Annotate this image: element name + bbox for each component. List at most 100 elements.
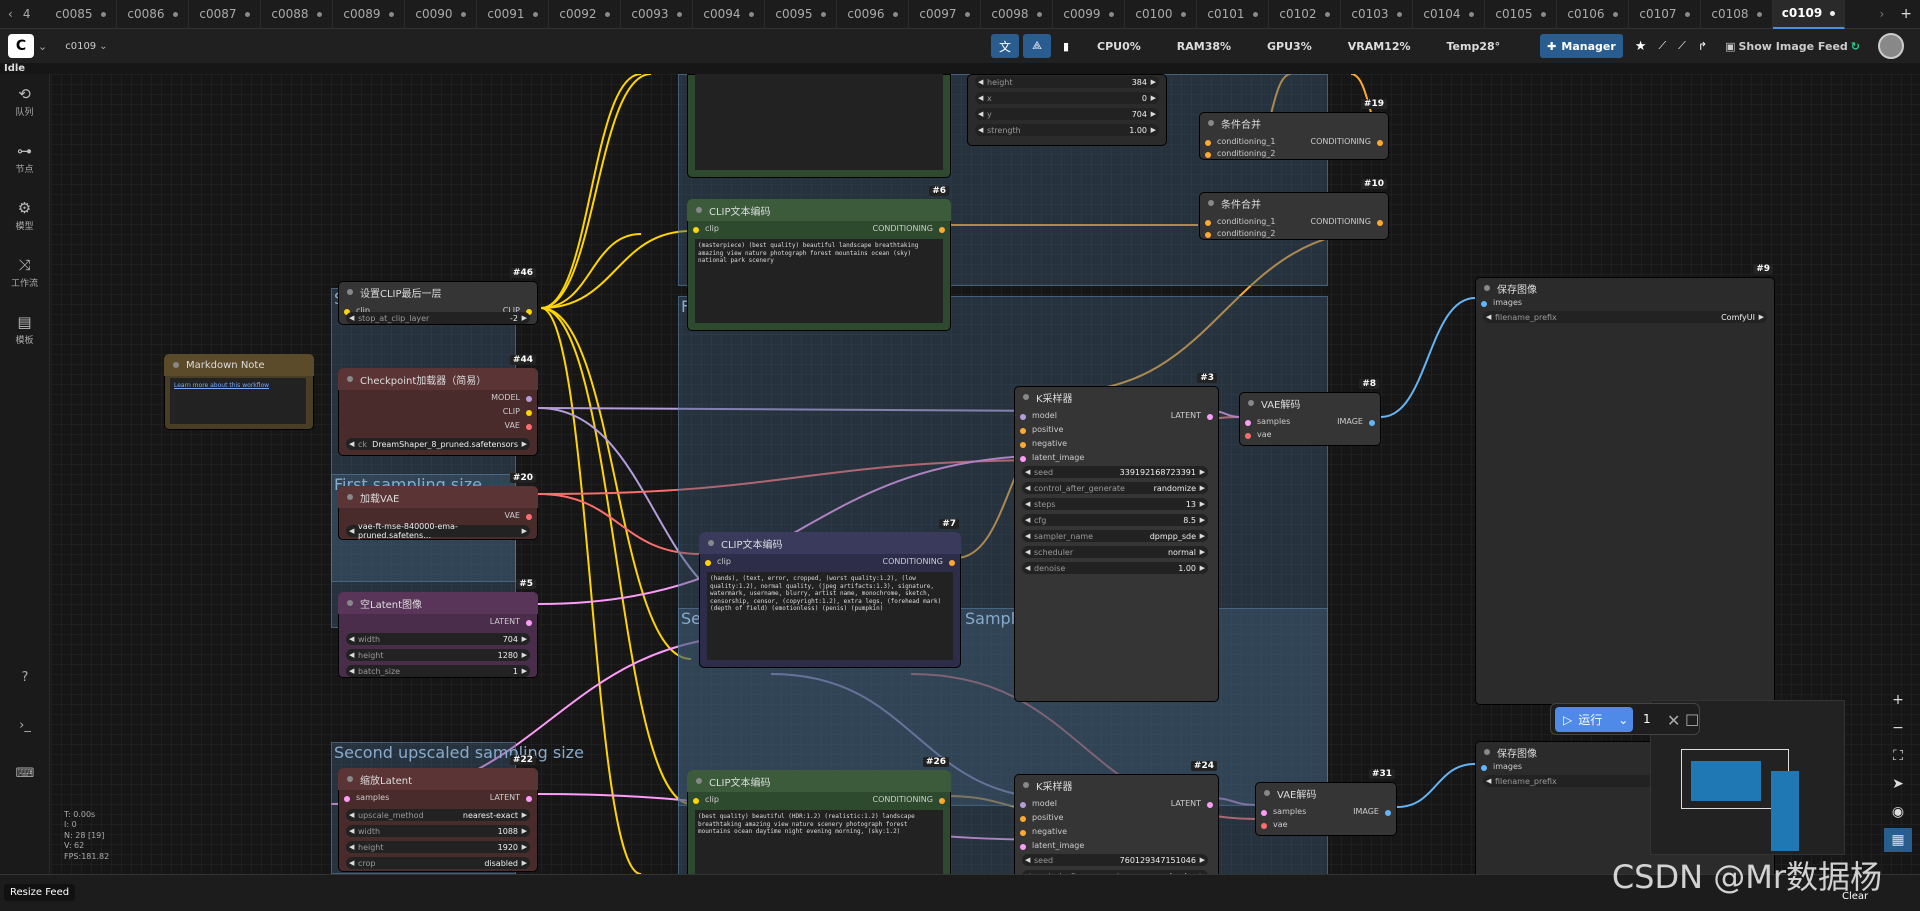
- node-title[interactable]: CLIP文本编码: [687, 199, 951, 221]
- node-vae31[interactable]: VAE解码 #31 samples vae IMAGE: [1255, 769, 1397, 836]
- slot-dot[interactable]: [939, 227, 945, 233]
- node-clip-top[interactable]: [687, 74, 951, 178]
- node-title[interactable]: K采样器: [1014, 774, 1219, 796]
- node-ks3[interactable]: K采样器 #3 model positive negative latent_image L…: [1014, 373, 1219, 702]
- tab-nav-left[interactable]: ‹ 4: [0, 7, 45, 21]
- zoom-in-icon[interactable]: +: [1884, 688, 1912, 712]
- new-tab-icon[interactable]: +: [1892, 6, 1920, 22]
- node-title[interactable]: 设置CLIP最后一层: [338, 281, 538, 303]
- tab-c0099[interactable]: c0099: [1053, 0, 1125, 29]
- run-button[interactable]: ▷ 运行 ⌄: [1555, 707, 1633, 732]
- widget[interactable]: ck DreamShaper_8_pruned.safetensors: [346, 438, 530, 450]
- tab-c0095[interactable]: c0095: [765, 0, 837, 29]
- tab-c0098[interactable]: c0098: [981, 0, 1053, 29]
- node-ckpt[interactable]: Checkpoint加载器（简易） #44 MODEL CLIP VAE ck DreamS…: [338, 355, 538, 456]
- node-cond19[interactable]: 条件合并 #19 conditioning_1 conditioning_2 CONDI…: [1199, 99, 1389, 160]
- slot-dot[interactable]: [1020, 442, 1026, 448]
- node-title[interactable]: Checkpoint加载器（简易）: [338, 368, 538, 390]
- close-icon[interactable]: ✕: [1667, 711, 1680, 730]
- widget[interactable]: height 1920: [346, 841, 530, 853]
- widget[interactable]: batch_size 1: [346, 665, 530, 677]
- slot-dot[interactable]: [1020, 830, 1026, 836]
- chevron-right-icon[interactable]: ›: [1871, 7, 1892, 21]
- node-vae8[interactable]: VAE解码 #8 samples vae IMAGE: [1239, 379, 1381, 446]
- slot-dot[interactable]: [1377, 220, 1383, 226]
- menu-chevron-icon[interactable]: ⌄: [38, 40, 47, 53]
- slot-dot[interactable]: [526, 424, 532, 430]
- slot-dot[interactable]: [526, 396, 532, 402]
- widget[interactable]: scheduler normal: [1022, 546, 1208, 558]
- node-note[interactable]: Markdown Note Learn more about this workf…: [164, 354, 314, 430]
- slot-dot[interactable]: [1261, 823, 1267, 829]
- widget[interactable]: upscale_method nearest-exact: [346, 809, 530, 821]
- node-clip26[interactable]: CLIP文本编码 #26 clip CONDITIONING (best quality…: [687, 757, 951, 874]
- slot-dot[interactable]: [1207, 802, 1213, 808]
- slot-dot[interactable]: [1207, 414, 1213, 420]
- comfy-logo[interactable]: C: [8, 34, 34, 58]
- widget[interactable]: seed 760129347151046: [1022, 854, 1208, 866]
- tab-c0107[interactable]: c0107: [1629, 0, 1701, 29]
- stop-icon[interactable]: ☐: [1685, 711, 1699, 730]
- slot-dot[interactable]: [1377, 140, 1383, 146]
- learn-more-link[interactable]: Learn more about this workflow: [170, 378, 306, 424]
- slot-dot[interactable]: [939, 798, 945, 804]
- sidebar-item-2[interactable]: ⚙ 模型: [0, 188, 49, 245]
- node-upscale[interactable]: 缩放Latent #22 samples LATENT upscale_method ne…: [338, 755, 538, 872]
- slot-dot[interactable]: [949, 560, 955, 566]
- share-icon[interactable]: ↱: [1698, 40, 1707, 53]
- prompt-textarea[interactable]: (hands), (text, error, cropped, (worst q…: [707, 572, 953, 660]
- sidebar-item-1[interactable]: ⊶ 节点: [0, 131, 49, 188]
- slot-dot[interactable]: [1481, 765, 1487, 771]
- show-image-feed-button[interactable]: ▣ Show Image Feed ↻: [1725, 34, 1860, 58]
- sidebar-item-3[interactable]: ⤨ 工作流: [0, 245, 49, 302]
- brush-icon[interactable]: ⟋: [1658, 39, 1666, 53]
- slot-dot[interactable]: [1385, 810, 1391, 816]
- help-icon[interactable]: ?: [0, 670, 50, 685]
- tab-c0103[interactable]: c0103: [1341, 0, 1413, 29]
- translate-button[interactable]: 文: [991, 34, 1020, 58]
- widget[interactable]: cfg 8.5: [1022, 514, 1208, 526]
- widget[interactable]: y 704: [975, 108, 1159, 120]
- wire[interactable]: [540, 307, 692, 660]
- wire[interactable]: [540, 74, 652, 309]
- slot-dot[interactable]: [1020, 428, 1026, 434]
- node-area[interactable]: height384x0y704strength1.00: [967, 74, 1167, 146]
- widget[interactable]: width 704: [346, 633, 530, 645]
- slot-dot[interactable]: [1020, 456, 1026, 462]
- widget[interactable]: filename_prefix ComfyUI: [1483, 311, 1767, 323]
- slot-dot[interactable]: [1205, 232, 1211, 238]
- widget[interactable]: sampler_name dpmpp_sde: [1022, 530, 1208, 542]
- slot-dot[interactable]: [526, 796, 532, 802]
- tab-c0108[interactable]: c0108: [1701, 0, 1773, 29]
- wire[interactable]: [540, 233, 642, 309]
- widget[interactable]: height 1280: [346, 649, 530, 661]
- node-title[interactable]: 条件合并: [1199, 112, 1389, 134]
- prompt-textarea[interactable]: [695, 74, 943, 170]
- tab-c0093[interactable]: c0093: [621, 0, 693, 29]
- resize-feed-button[interactable]: Resize Feed: [4, 884, 76, 901]
- node-title[interactable]: 条件合并: [1199, 192, 1389, 214]
- tab-c0091[interactable]: c0091: [477, 0, 549, 29]
- tab-c0100[interactable]: c0100: [1125, 0, 1197, 29]
- widget[interactable]: denoise 1.00: [1022, 562, 1208, 574]
- slot-dot[interactable]: [1245, 433, 1251, 439]
- toggle-links-icon[interactable]: ◉: [1884, 800, 1912, 824]
- wire[interactable]: [1396, 763, 1476, 808]
- keyboard-icon[interactable]: ⌨: [0, 766, 50, 781]
- widget[interactable]: height 384: [975, 76, 1159, 88]
- tab-c0096[interactable]: c0096: [837, 0, 909, 29]
- node-save9[interactable]: 保存图像 #9 images filename_prefix ComfyUI: [1475, 264, 1775, 705]
- widget[interactable]: x0: [975, 92, 1159, 104]
- tab-c0089[interactable]: c0089: [333, 0, 405, 29]
- node-title[interactable]: 缩放Latent: [338, 768, 538, 790]
- prompt-textarea[interactable]: (masterpiece) (best quality) beautiful l…: [695, 239, 943, 323]
- node-clip6[interactable]: CLIP文本编码 #6 clip CONDITIONING (masterpiece) …: [687, 186, 951, 331]
- wire[interactable]: [540, 307, 642, 874]
- node-ks24[interactable]: K采样器 #24 model positive negative latent_image…: [1014, 761, 1219, 874]
- pan-button[interactable]: ⟁: [1023, 34, 1052, 58]
- slot-dot[interactable]: [1205, 152, 1211, 158]
- widget[interactable]: stop_at_clip_layer -2: [346, 312, 530, 324]
- node-title[interactable]: VAE解码: [1239, 392, 1381, 414]
- tab-c0090[interactable]: c0090: [405, 0, 477, 29]
- widget[interactable]: steps 13: [1022, 498, 1208, 510]
